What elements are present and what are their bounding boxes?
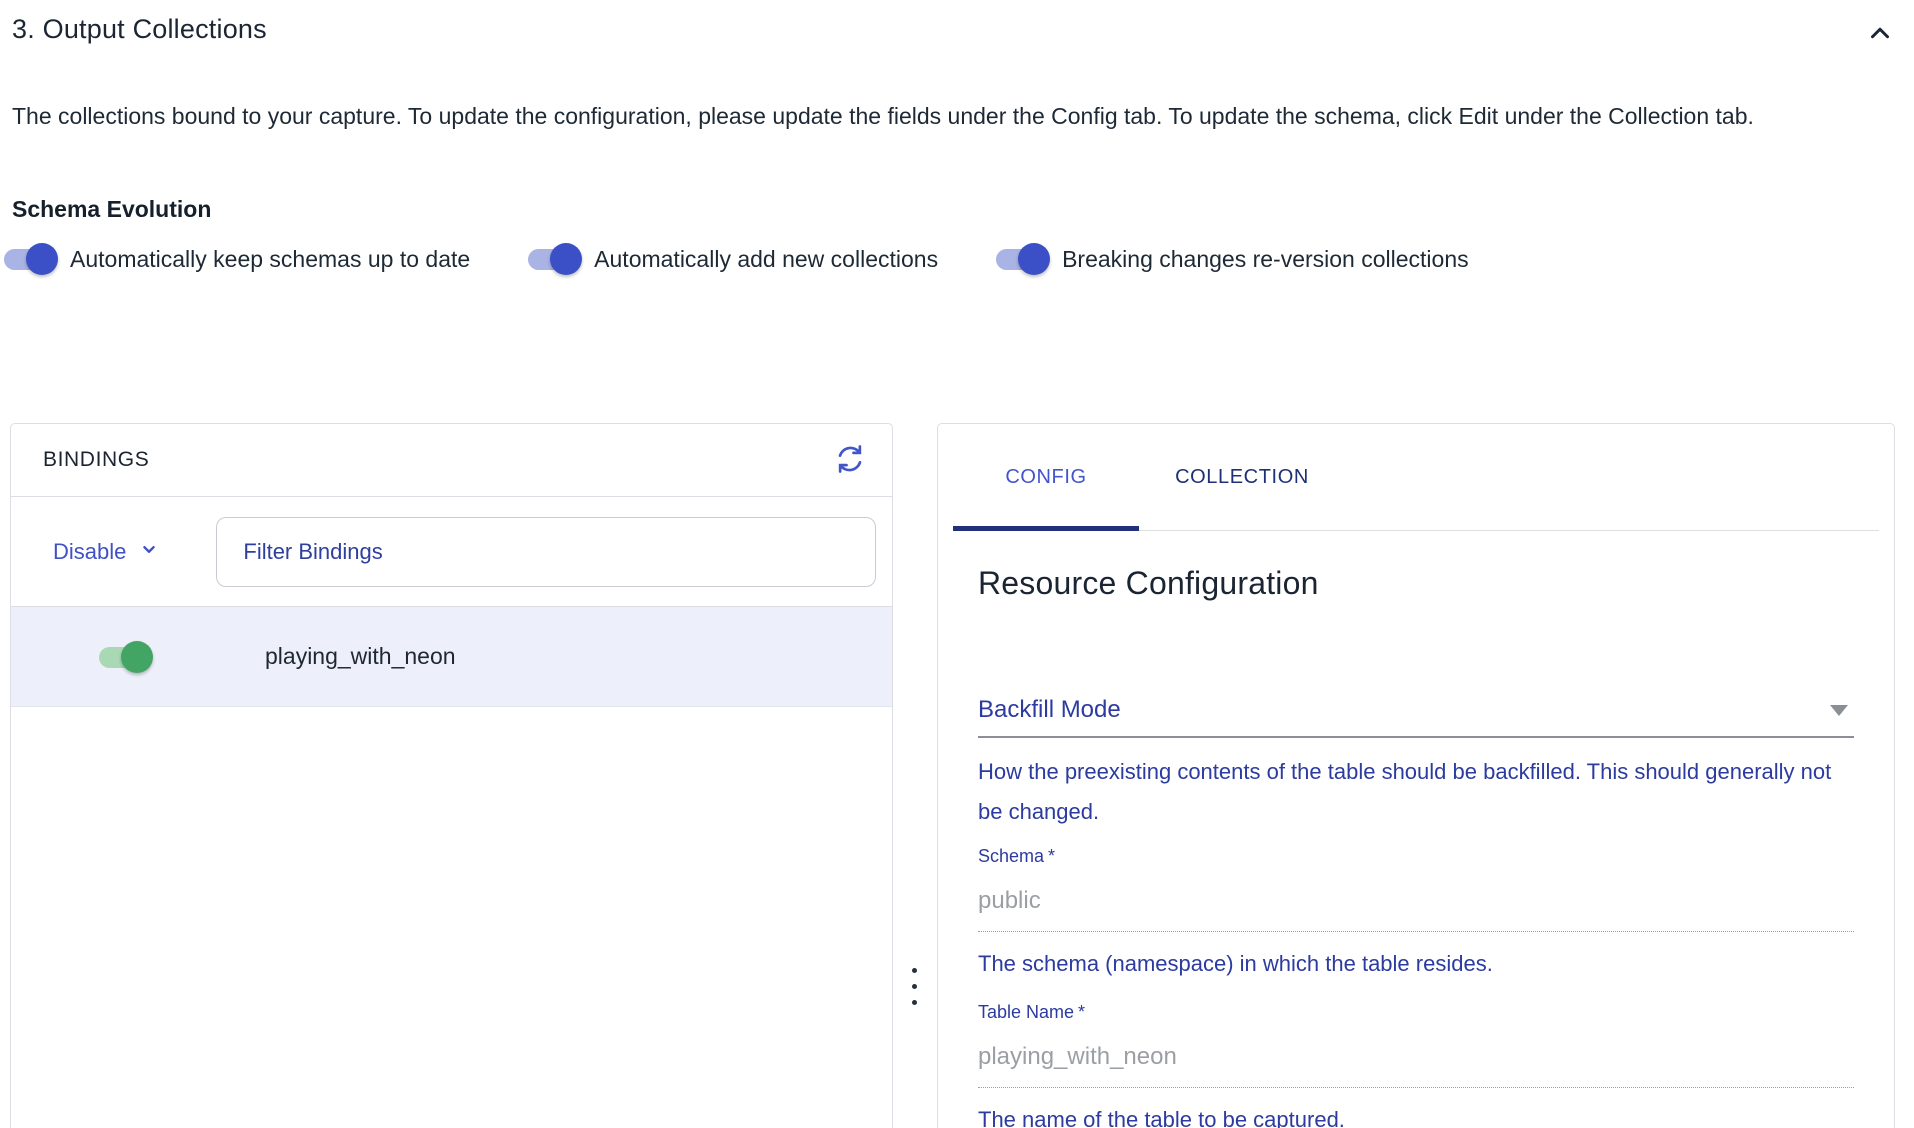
schema-field-value[interactable]: public	[978, 887, 1854, 932]
refresh-sync-icon	[834, 443, 866, 478]
bindings-panel: BINDINGS Disable	[10, 423, 893, 1128]
toggle-keep-schemas: Automatically keep schemas up to date	[2, 240, 470, 278]
tab-config[interactable]: CONFIG	[953, 424, 1139, 530]
output-collections-section: 3. Output Collections The collections bo…	[0, 0, 1914, 1128]
bindings-controls-row: Disable	[11, 497, 892, 607]
table-name-field-value[interactable]: playing_with_neon	[978, 1043, 1854, 1088]
disable-dropdown-button[interactable]: Disable	[53, 538, 160, 566]
table-name-field-label: Table Name*	[978, 1002, 1854, 1023]
schema-field-label: Schema*	[978, 846, 1854, 867]
schema-field-description: The schema (namespace) in which the tabl…	[978, 944, 1854, 984]
backfill-mode-select[interactable]: Backfill Mode	[978, 696, 1854, 738]
breaking-changes-switch[interactable]	[994, 240, 1052, 278]
section-title: 3. Output Collections	[12, 14, 267, 45]
toggle-label: Breaking changes re-version collections	[1062, 246, 1469, 273]
binding-row[interactable]: playing_with_neon	[11, 607, 892, 707]
backfill-mode-label: Backfill Mode	[978, 696, 1121, 724]
resource-config-heading: Resource Configuration	[978, 565, 1854, 602]
toggle-breaking-changes: Breaking changes re-version collections	[994, 240, 1469, 278]
table-name-field-description: The name of the table to be captured.	[978, 1100, 1854, 1128]
required-mark: *	[1078, 1002, 1085, 1022]
section-description: The collections bound to your capture. T…	[12, 99, 1872, 134]
bindings-panel-header: BINDINGS	[11, 424, 892, 497]
chevron-down-icon	[138, 538, 160, 566]
binding-name: playing_with_neon	[265, 643, 456, 670]
resource-config-content: Resource Configuration Backfill Mode How…	[938, 565, 1894, 1128]
disable-dropdown-label: Disable	[53, 539, 126, 565]
bindings-panel-title: BINDINGS	[43, 448, 149, 472]
keep-schemas-switch[interactable]	[2, 240, 60, 278]
switch-knob	[1018, 243, 1050, 275]
config-panel: CONFIG COLLECTION Resource Configuration…	[937, 423, 1895, 1128]
collapse-section-button[interactable]	[1862, 16, 1898, 52]
toggle-label: Automatically keep schemas up to date	[70, 246, 470, 273]
tab-collection[interactable]: COLLECTION	[1139, 424, 1345, 530]
dropdown-arrow-icon	[1830, 705, 1848, 716]
add-collections-switch[interactable]	[526, 240, 584, 278]
filter-bindings-input[interactable]	[216, 517, 876, 587]
schema-evolution-heading: Schema Evolution	[12, 196, 211, 223]
required-mark: *	[1048, 846, 1055, 866]
refresh-bindings-button[interactable]	[830, 440, 870, 480]
config-tabbar: CONFIG COLLECTION	[953, 424, 1879, 531]
toggle-add-collections: Automatically add new collections	[526, 240, 938, 278]
toggle-label: Automatically add new collections	[594, 246, 938, 273]
binding-enabled-switch[interactable]	[97, 638, 155, 676]
active-tab-indicator	[953, 526, 1139, 531]
chevron-up-icon	[1865, 18, 1895, 51]
panel-resize-handle[interactable]	[906, 956, 922, 1016]
schema-evolution-toggles: Automatically keep schemas up to date Au…	[2, 240, 1469, 278]
switch-knob	[26, 243, 58, 275]
switch-knob	[550, 243, 582, 275]
switch-knob	[121, 641, 153, 673]
backfill-mode-description: How the preexisting contents of the tabl…	[978, 752, 1854, 832]
